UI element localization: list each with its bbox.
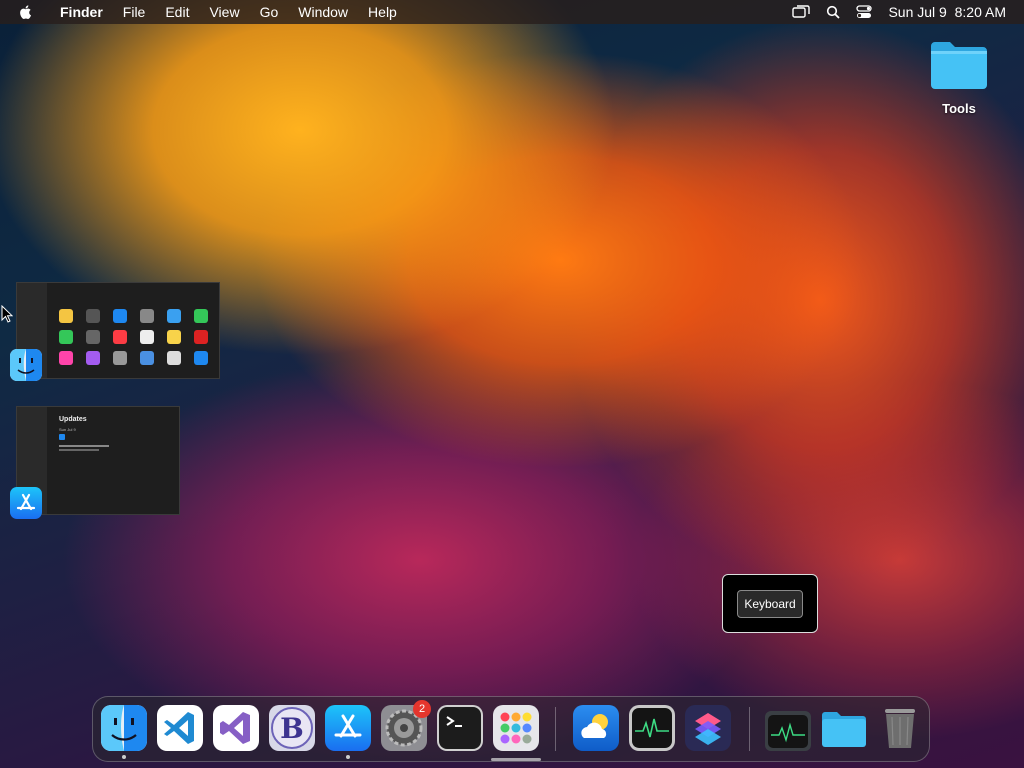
app-switcher-finder-window[interactable] (16, 282, 220, 379)
desktop-folder-tools[interactable]: Tools (926, 38, 992, 116)
menu-app-name[interactable]: Finder (60, 4, 103, 20)
spotlight-search-icon[interactable] (826, 5, 841, 19)
finder-icon (10, 349, 42, 381)
appstore-updates-subtitle: Sun Jul 9 (59, 427, 76, 432)
desktop-wallpaper (0, 0, 1024, 768)
menu-view[interactable]: View (209, 4, 239, 20)
mouse-cursor-icon (1, 305, 13, 323)
app-store-icon (10, 487, 42, 519)
appstore-updates-title: Updates (59, 416, 87, 423)
menu-file[interactable]: File (123, 4, 146, 20)
dock-running-indicator (346, 755, 350, 759)
dock-bbedit-icon[interactable]: B (269, 705, 315, 751)
appstore-update-row (59, 434, 65, 440)
desktop-folder-label: Tools (942, 101, 976, 116)
control-center-icon[interactable] (856, 5, 873, 19)
menu-window[interactable]: Window (298, 4, 348, 20)
dock-shortcuts-icon[interactable] (685, 705, 731, 751)
dock-activity-monitor-minimized-icon[interactable] (765, 705, 811, 751)
apple-icon[interactable] (18, 4, 34, 20)
dock-finder-icon[interactable] (101, 705, 147, 751)
appstore-update-text-line (59, 445, 109, 447)
keyboard-button[interactable]: Keyboard (737, 589, 803, 618)
dock-weather-icon[interactable] (573, 705, 619, 751)
dock-trash-icon[interactable] (877, 705, 923, 751)
keyboard-popup: Keyboard (722, 574, 818, 633)
dock-resize-handle[interactable] (491, 758, 541, 761)
dock-launchpad-icon[interactable] (493, 705, 539, 751)
dock-activity-monitor-icon[interactable] (629, 705, 675, 751)
appstore-update-text-line (59, 449, 99, 451)
menu-edit[interactable]: Edit (165, 4, 189, 20)
menu-clock[interactable]: Sun Jul 9 8:20 AM (888, 4, 1006, 20)
dock-app-store-icon[interactable] (325, 705, 371, 751)
dock-separator (749, 707, 750, 751)
menu-bar: Finder File Edit View Go Window Help Sun… (0, 0, 1024, 24)
screen-mirroring-icon[interactable] (792, 5, 811, 19)
dock-separator (555, 707, 556, 751)
menu-help[interactable]: Help (368, 4, 397, 20)
finder-thumbnail-app-grid (59, 309, 216, 365)
menu-go[interactable]: Go (260, 4, 279, 20)
notification-badge: 2 (413, 700, 431, 718)
dock-folder-icon[interactable] (821, 705, 867, 751)
dock-running-indicator (122, 755, 126, 759)
svg-text:B: B (280, 712, 304, 745)
dock: B 2 (92, 696, 930, 762)
dock-terminal-icon[interactable] (437, 705, 483, 751)
folder-icon (931, 42, 987, 89)
dock-vscode-icon[interactable] (157, 705, 203, 751)
dock-visual-studio-icon[interactable] (213, 705, 259, 751)
